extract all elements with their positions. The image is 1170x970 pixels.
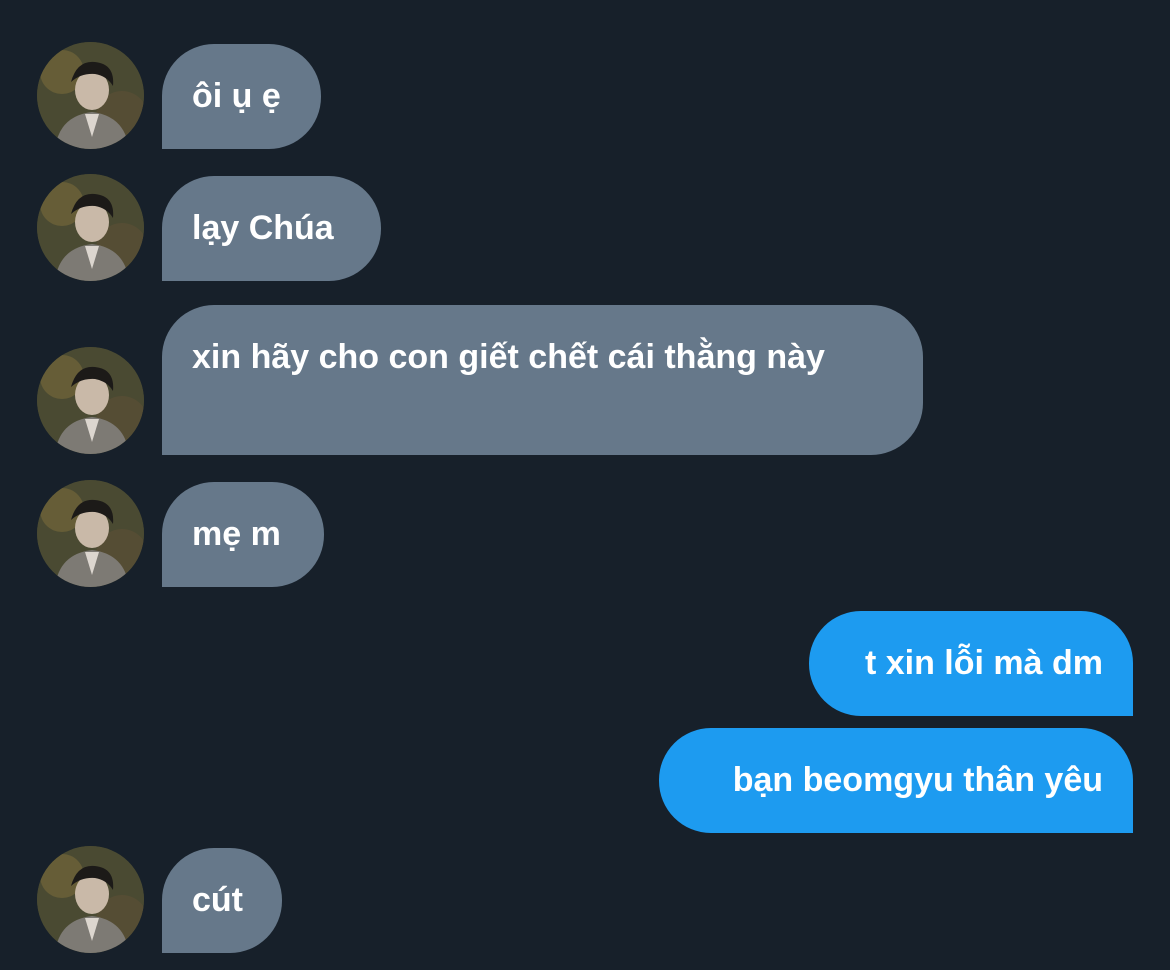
message-text: ôi ụ ẹ bbox=[192, 77, 281, 115]
avatar-photo bbox=[37, 480, 144, 587]
avatar[interactable] bbox=[37, 42, 144, 149]
avatar[interactable] bbox=[37, 347, 144, 454]
avatar-photo bbox=[37, 347, 144, 454]
avatar[interactable] bbox=[37, 174, 144, 281]
message-text: t xin lỗi mà dm bbox=[864, 644, 1103, 682]
message-bubble-outgoing[interactable]: bạn beomgyu thân yêu bbox=[659, 728, 1133, 833]
avatar-photo bbox=[37, 174, 144, 281]
message-bubble-incoming[interactable]: mẹ m bbox=[162, 482, 324, 587]
message-text: cút bbox=[192, 881, 243, 919]
avatar[interactable] bbox=[37, 480, 144, 587]
message-text: lạy Chúa bbox=[192, 209, 334, 247]
avatar-photo bbox=[37, 846, 144, 953]
message-bubble-incoming[interactable]: ôi ụ ẹ bbox=[162, 44, 321, 149]
avatar[interactable] bbox=[37, 846, 144, 953]
avatar-photo bbox=[37, 42, 144, 149]
message-text: xin hãy cho con giết chết cái thằng này bbox=[192, 338, 825, 376]
message-text: mẹ m bbox=[192, 515, 281, 553]
message-text: bạn beomgyu thân yêu bbox=[732, 761, 1103, 799]
message-bubble-outgoing[interactable]: t xin lỗi mà dm bbox=[809, 611, 1133, 716]
message-bubble-incoming[interactable]: cút bbox=[162, 848, 282, 953]
message-bubble-incoming[interactable]: xin hãy cho con giết chết cái thằng này bbox=[162, 305, 923, 455]
dm-conversation-view: ôi ụ ẹ lạy Chúa xin hãy cho con giết chế… bbox=[0, 0, 1170, 970]
message-bubble-incoming[interactable]: lạy Chúa bbox=[162, 176, 381, 281]
